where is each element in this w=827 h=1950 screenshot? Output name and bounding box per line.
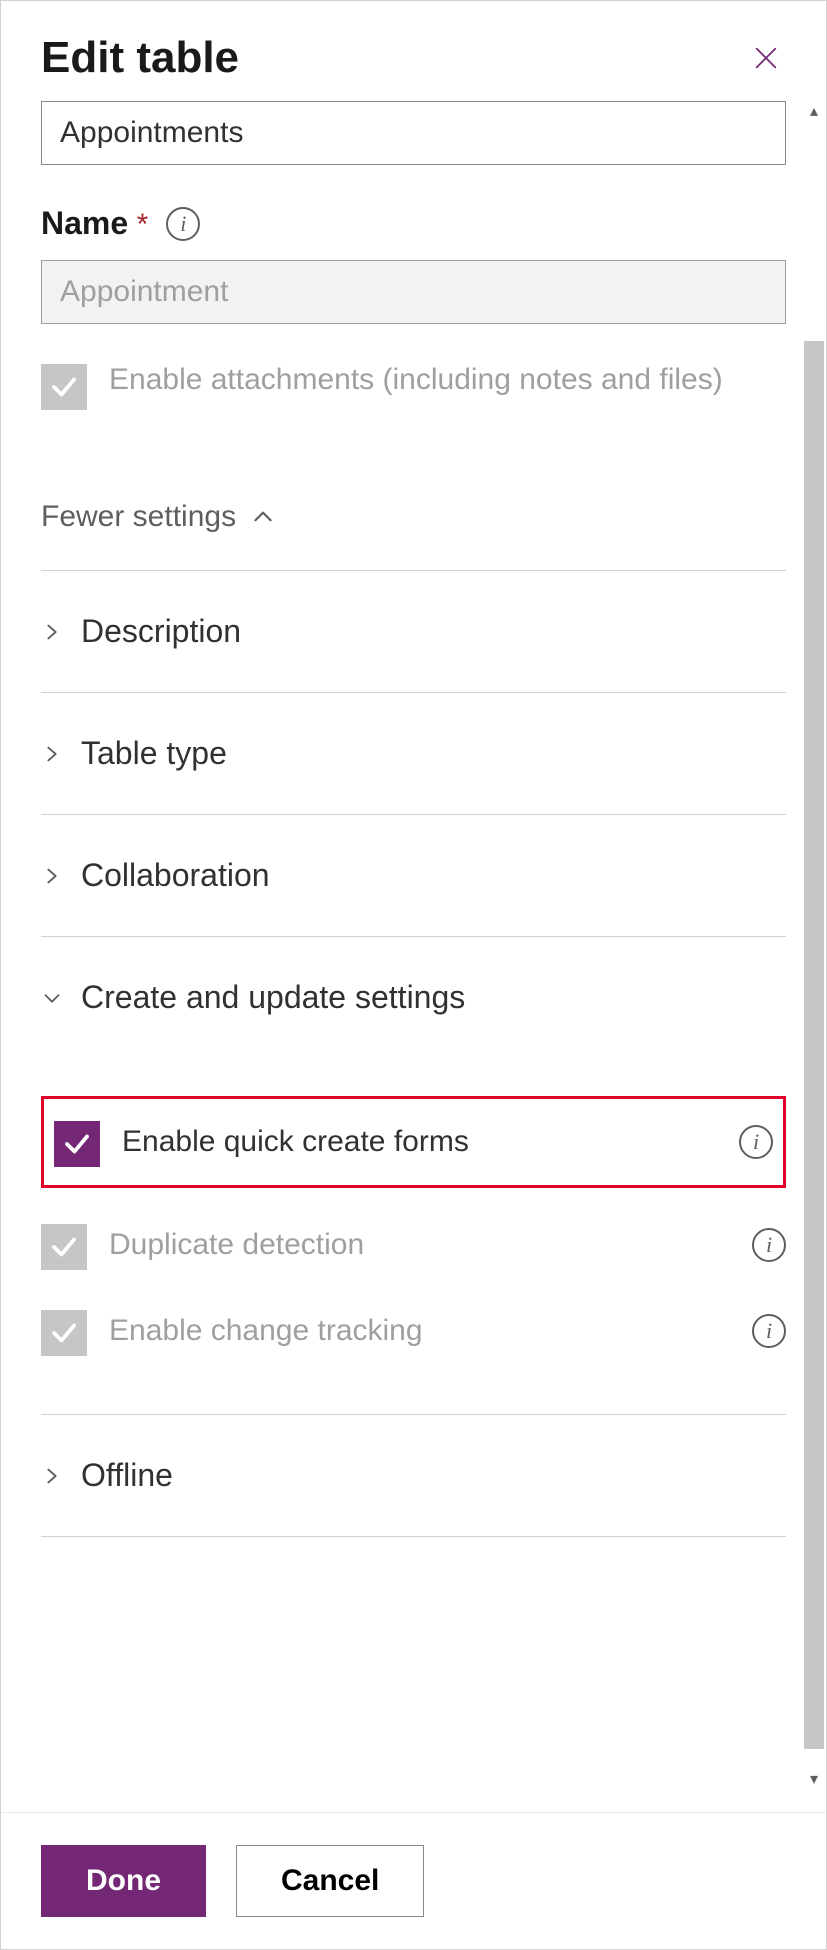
check-icon (49, 1232, 79, 1262)
section-table-type-label: Table type (81, 735, 227, 772)
check-icon (49, 372, 79, 402)
chevron-down-icon (41, 987, 63, 1009)
chevron-up-icon (250, 504, 276, 530)
section-description[interactable]: Description (41, 571, 786, 693)
close-icon (752, 44, 780, 72)
info-icon[interactable]: i (752, 1314, 786, 1348)
edit-table-panel: Edit table Name * i Appointment Enable a… (0, 0, 827, 1950)
chevron-right-icon (41, 1465, 63, 1487)
quick-create-label: Enable quick create forms (122, 1125, 469, 1159)
duplicate-detection-row: Duplicate detection i (41, 1202, 786, 1288)
panel-content: Name * i Appointment Enable attachments … (1, 101, 826, 1812)
chevron-right-icon (41, 743, 63, 765)
section-create-update-label: Create and update settings (81, 979, 465, 1016)
panel-footer: Done Cancel (1, 1812, 826, 1949)
info-icon[interactable]: i (739, 1125, 773, 1159)
scroll-down-arrow[interactable]: ▾ (804, 1769, 824, 1789)
section-offline-label: Offline (81, 1457, 173, 1494)
name-label: Name (41, 205, 128, 241)
section-offline[interactable]: Offline (41, 1415, 786, 1537)
section-collaboration[interactable]: Collaboration (41, 815, 786, 937)
cancel-button[interactable]: Cancel (236, 1845, 424, 1917)
info-icon[interactable]: i (166, 207, 200, 241)
quick-create-checkbox[interactable] (54, 1121, 100, 1167)
attachments-checkbox (41, 364, 87, 410)
check-icon (49, 1318, 79, 1348)
chevron-right-icon (41, 865, 63, 887)
done-button[interactable]: Done (41, 1845, 206, 1917)
create-update-body: Enable quick create forms i Duplicate de… (41, 1058, 786, 1415)
change-tracking-label: Enable change tracking (109, 1314, 423, 1348)
info-icon[interactable]: i (752, 1228, 786, 1262)
chevron-right-icon (41, 621, 63, 643)
name-input: Appointment (41, 260, 786, 324)
name-label-row: Name * i (41, 205, 786, 242)
check-icon (62, 1129, 92, 1159)
fewer-settings-label: Fewer settings (41, 500, 236, 534)
section-create-update[interactable]: Create and update settings (41, 937, 786, 1058)
section-collaboration-label: Collaboration (81, 857, 270, 894)
close-button[interactable] (746, 38, 786, 78)
scrollbar-track[interactable] (804, 101, 824, 1789)
duplicate-label: Duplicate detection (109, 1228, 364, 1262)
panel-header: Edit table (1, 1, 826, 101)
attachments-row: Enable attachments (including notes and … (41, 360, 786, 410)
required-indicator: * (137, 208, 149, 241)
display-name-input[interactable] (41, 101, 786, 165)
section-description-label: Description (81, 613, 241, 650)
attachments-label: Enable attachments (including notes and … (109, 360, 723, 401)
change-tracking-row: Enable change tracking i (41, 1288, 786, 1374)
scrollbar[interactable]: ▴ ▾ (804, 101, 824, 1789)
highlight-quick-create: Enable quick create forms i (41, 1096, 786, 1188)
panel-title: Edit table (41, 33, 239, 83)
change-tracking-checkbox (41, 1310, 87, 1356)
section-table-type[interactable]: Table type (41, 693, 786, 815)
duplicate-checkbox (41, 1224, 87, 1270)
fewer-settings-toggle[interactable]: Fewer settings (41, 500, 786, 534)
scrollbar-thumb[interactable] (804, 341, 824, 1749)
